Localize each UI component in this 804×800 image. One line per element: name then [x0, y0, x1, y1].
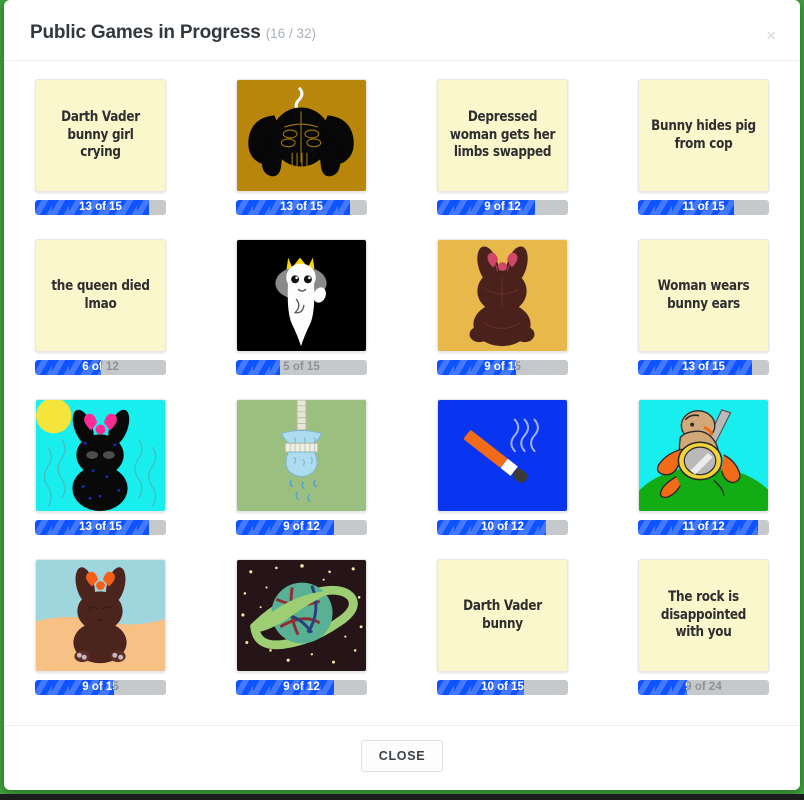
game-thumbnail-text[interactable]: the queen died lmao — [35, 239, 166, 352]
progress-label-overlay: 13 of 15 — [79, 201, 122, 213]
progress-label-overlay: 9 of 12 — [283, 521, 320, 533]
games-grid: Darth Vader bunny girl crying 13 of 15 1… — [22, 79, 782, 719]
progress-bar: 9 of 12 9 of 12 — [236, 680, 367, 695]
game-card[interactable]: the queen died lmao 6 of 12 6 of 12 — [35, 239, 166, 399]
progress-label-overlay: 10 of 15 — [481, 681, 524, 693]
game-thumbnail-drawing[interactable] — [236, 239, 367, 352]
game-thumbnail-drawing[interactable] — [35, 559, 166, 672]
progress-bar: 13 of 15 13 of 15 — [35, 520, 166, 535]
game-prompt-text: Darth Vader bunny girl crying — [61, 108, 140, 161]
progress-bar: 10 of 12 10 of 12 — [437, 520, 568, 535]
game-thumbnail-drawing[interactable] — [437, 399, 568, 512]
progress-bar: 6 of 12 6 of 12 — [35, 360, 166, 375]
game-card[interactable]: Darth Vader bunny girl crying 13 of 15 1… — [35, 79, 166, 239]
progress-bar: 13 of 15 13 of 15 — [236, 200, 367, 215]
game-card[interactable]: Depressed woman gets her limbs swapped 9… — [437, 79, 568, 239]
progress-label-overlay: 5 of 15 — [236, 360, 280, 375]
game-thumbnail-text[interactable]: The rock is disappointed with you — [638, 559, 769, 672]
game-thumbnail-drawing[interactable] — [35, 399, 166, 512]
progress-bar: 9 of 12 9 of 12 — [236, 520, 367, 535]
game-card[interactable]: The rock is disappointed with you 9 of 2… — [638, 559, 769, 719]
game-card[interactable]: 13 of 15 13 of 15 — [236, 79, 367, 239]
progress-label-overlay: 9 of 24 — [638, 680, 687, 695]
progress-bar: 11 of 12 11 of 12 — [638, 520, 769, 535]
game-thumbnail-text[interactable]: Darth Vader bunny — [437, 559, 568, 672]
progress-bar: 9 of 12 9 of 12 — [437, 200, 568, 215]
bottom-strip — [0, 794, 804, 800]
progress-label-overlay: 13 of 15 — [79, 521, 122, 533]
progress-label-overlay: 9 of 12 — [283, 681, 320, 693]
game-thumbnail-drawing[interactable] — [236, 399, 367, 512]
game-card[interactable]: Bunny hides pig from cop 11 of 15 11 of … — [638, 79, 769, 239]
game-card[interactable]: 10 of 12 10 of 12 — [437, 399, 568, 559]
game-prompt-text: Woman wears bunny ears — [657, 277, 750, 312]
game-thumbnail-text[interactable]: Woman wears bunny ears — [638, 239, 769, 352]
progress-bar: 13 of 15 13 of 15 — [638, 360, 769, 375]
progress-bar: 9 of 15 9 of 15 — [35, 680, 166, 695]
progress-label-overlay: 10 of 12 — [481, 521, 524, 533]
progress-label-overlay: 9 of 15 — [82, 681, 113, 693]
games-count: (16 / 32) — [265, 26, 316, 41]
game-thumbnail-drawing[interactable] — [437, 239, 568, 352]
progress-bar: 5 of 15 5 of 15 — [236, 360, 367, 375]
progress-label-overlay: 11 of 12 — [682, 521, 725, 533]
game-card[interactable]: 13 of 15 13 of 15 — [35, 399, 166, 559]
progress-label-overlay: 13 of 15 — [280, 201, 323, 213]
progress-label-overlay: 13 of 15 — [682, 361, 725, 373]
game-thumbnail-text[interactable]: Darth Vader bunny girl crying — [35, 79, 166, 192]
progress-bar: 9 of 15 9 of 15 — [437, 360, 568, 375]
game-thumbnail-drawing[interactable] — [236, 559, 367, 672]
game-prompt-text: Darth Vader bunny — [463, 597, 542, 632]
progress-label-overlay: 9 of 12 — [484, 201, 521, 213]
game-prompt-text: Depressed woman gets her limbs swapped — [449, 108, 556, 161]
progress-bar: 10 of 15 10 of 15 — [437, 680, 568, 695]
progress-bar: 13 of 15 13 of 15 — [35, 200, 166, 215]
game-prompt-text: Bunny hides pig from cop — [651, 117, 756, 152]
game-card[interactable]: 9 of 15 9 of 15 — [437, 239, 568, 399]
modal-header: Public Games in Progress (16 / 32) × — [4, 0, 800, 61]
games-grid-container: Darth Vader bunny girl crying 13 of 15 1… — [4, 61, 800, 725]
page-title: Public Games in Progress — [30, 22, 261, 43]
game-thumbnail-drawing[interactable] — [638, 399, 769, 512]
game-card[interactable]: Darth Vader bunny 10 of 15 10 of 15 — [437, 559, 568, 719]
progress-label-overlay: 11 of 15 — [682, 201, 725, 213]
game-card[interactable]: Woman wears bunny ears 13 of 15 13 of 15 — [638, 239, 769, 399]
game-thumbnail-drawing[interactable] — [236, 79, 367, 192]
game-card[interactable]: 5 of 15 5 of 15 — [236, 239, 367, 399]
game-card[interactable]: 9 of 12 9 of 12 — [236, 559, 367, 719]
game-prompt-text: the queen died lmao — [51, 277, 150, 312]
close-button[interactable]: CLOSE — [360, 740, 444, 772]
public-games-modal: Public Games in Progress (16 / 32) × Dart… — [4, 0, 800, 790]
game-card[interactable]: 9 of 15 9 of 15 — [35, 559, 166, 719]
modal-footer: CLOSE — [4, 725, 800, 790]
close-icon[interactable]: × — [766, 27, 776, 44]
game-card[interactable]: 11 of 12 11 of 12 — [638, 399, 769, 559]
progress-label-overlay: 6 of 12 — [82, 361, 100, 373]
game-thumbnail-text[interactable]: Bunny hides pig from cop — [638, 79, 769, 192]
game-prompt-text: The rock is disappointed with you — [660, 588, 747, 641]
progress-bar: 11 of 15 11 of 15 — [638, 200, 769, 215]
progress-bar: 9 of 24 9 of 24 — [638, 680, 769, 695]
game-card[interactable]: 9 of 12 9 of 12 — [236, 399, 367, 559]
game-thumbnail-text[interactable]: Depressed woman gets her limbs swapped — [437, 79, 568, 192]
progress-label-overlay: 9 of 15 — [484, 361, 515, 373]
